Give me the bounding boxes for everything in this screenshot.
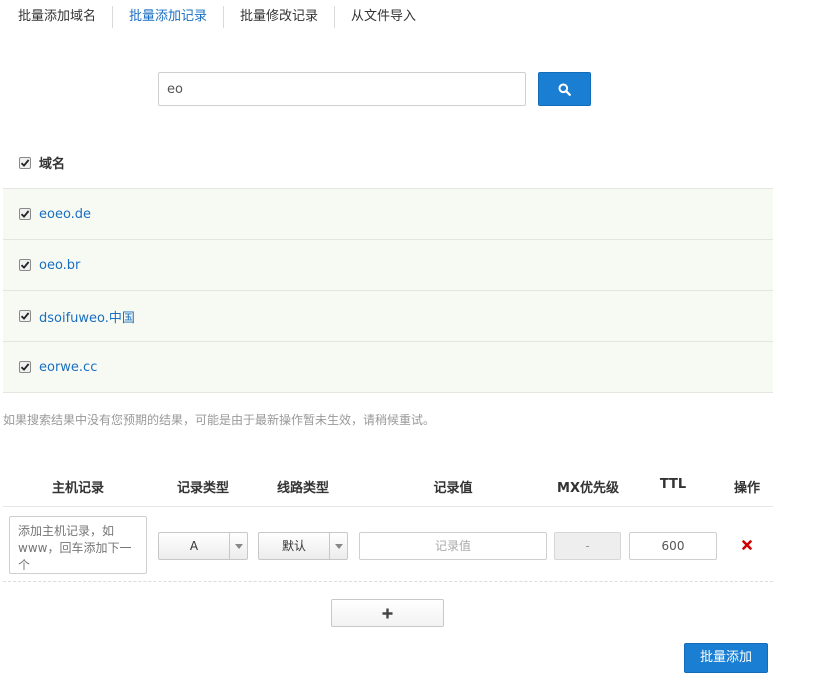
- column-host: 主机记录: [51, 481, 105, 496]
- host-record-input[interactable]: [9, 516, 147, 574]
- domain-link[interactable]: oeo.br: [39, 258, 80, 273]
- close-icon: [742, 540, 752, 550]
- line-type-value: 默认: [281, 539, 306, 553]
- record-value-input[interactable]: [359, 532, 547, 560]
- tab-import-from-file[interactable]: 从文件导入: [335, 6, 432, 28]
- domain-checkbox[interactable]: [19, 259, 31, 271]
- chevron-down-icon: [329, 533, 347, 559]
- select-all-checkbox[interactable]: [19, 156, 31, 169]
- check-icon: [20, 312, 30, 320]
- check-icon: [20, 363, 30, 371]
- domain-checkbox[interactable]: [19, 361, 31, 373]
- column-ttl: TTL: [659, 477, 687, 492]
- domain-link[interactable]: eoeo.de: [39, 207, 91, 222]
- column-record-type: 记录类型: [176, 481, 230, 496]
- check-icon: [20, 261, 30, 269]
- search-icon: [558, 83, 571, 96]
- domain-list-header: 域名: [3, 137, 773, 189]
- domain-checkbox[interactable]: [19, 208, 31, 220]
- column-line-type: 线路类型: [276, 481, 330, 496]
- check-icon: [20, 158, 30, 167]
- check-icon: [20, 210, 30, 218]
- tab-bar: 批量添加域名 批量添加记录 批量修改记录 从文件导入: [0, 6, 432, 28]
- domain-list: 域名 eoeo.de oeo.br dsoifuweo.中国 eorwe.cc: [3, 137, 773, 393]
- record-type-select[interactable]: A: [158, 532, 248, 560]
- tab-batch-add-record[interactable]: 批量添加记录: [113, 6, 225, 28]
- domain-row: eoeo.de: [3, 189, 773, 240]
- batch-add-button[interactable]: 批量添加: [684, 643, 768, 673]
- delete-row-button[interactable]: [739, 537, 755, 553]
- tab-batch-modify-record[interactable]: 批量修改记录: [224, 6, 336, 28]
- plus-icon: [382, 608, 393, 618]
- chevron-down-icon: [229, 533, 247, 559]
- column-mx-priority: MX优先级: [557, 481, 619, 496]
- domain-link[interactable]: eorwe.cc: [39, 360, 97, 375]
- domain-row: eorwe.cc: [3, 342, 773, 393]
- search-hint-text: 如果搜索结果中没有您预期的结果，可能是由于最新操作暂未生效，请稍候重试。: [3, 413, 436, 427]
- domain-row: oeo.br: [3, 240, 773, 291]
- domain-checkbox[interactable]: [19, 310, 31, 322]
- ttl-input[interactable]: [629, 532, 717, 560]
- column-actions: 操作: [733, 481, 761, 496]
- mx-priority-field: -: [554, 532, 621, 560]
- record-type-value: A: [189, 539, 199, 553]
- records-table-header: 主机记录 记录类型 线路类型 记录值 MX优先级 TTL 操作: [3, 468, 773, 507]
- add-record-row-button[interactable]: [331, 599, 444, 627]
- search-input[interactable]: [158, 72, 526, 106]
- column-record-value: 记录值: [433, 481, 473, 496]
- tab-batch-add-domain[interactable]: 批量添加域名: [0, 6, 114, 28]
- line-type-select[interactable]: 默认: [258, 532, 348, 560]
- record-row: A 默认 -: [3, 507, 773, 582]
- domain-link[interactable]: dsoifuweo.中国: [39, 307, 135, 326]
- domain-row: dsoifuweo.中国: [3, 291, 773, 342]
- domain-column-label: 域名: [39, 157, 66, 172]
- search-button[interactable]: [538, 72, 591, 106]
